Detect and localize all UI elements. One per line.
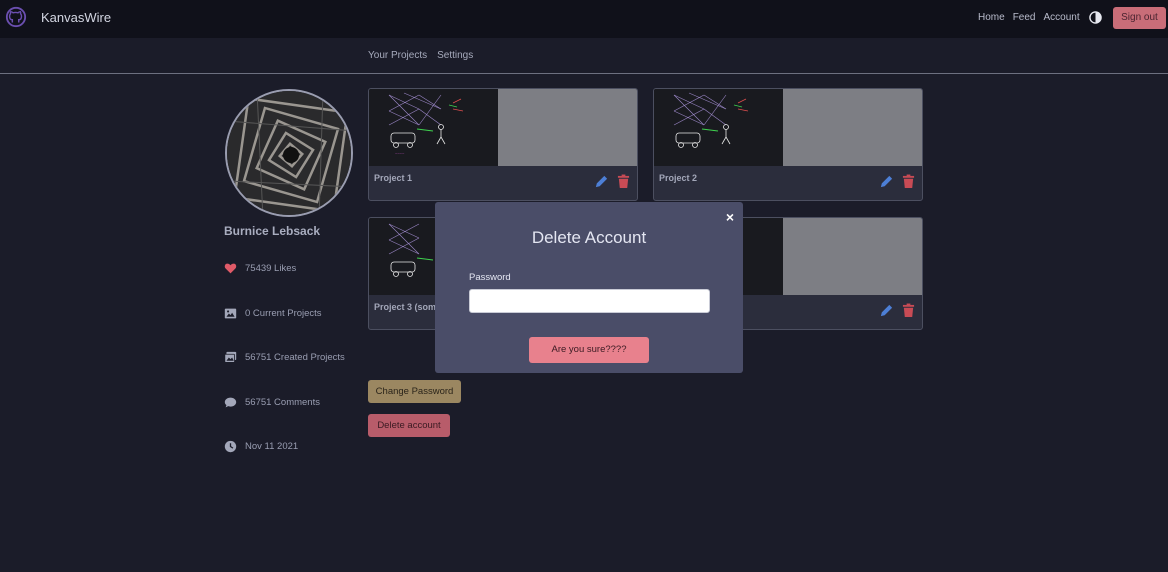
password-input[interactable] — [469, 289, 710, 313]
project-card[interactable]: Project 2 — [653, 88, 923, 201]
project-title[interactable]: Project 3 (som — [374, 302, 436, 312]
delete-account-button[interactable]: Delete account — [368, 414, 450, 437]
sub-navigation: Your Projects Settings — [368, 50, 473, 61]
project-title[interactable]: Project 2 — [659, 173, 697, 183]
image-icon — [224, 308, 237, 319]
stat-current-projects: 0 Current Projects — [224, 307, 322, 320]
top-navbar: KanvasWire Home Feed Account Sign out — [0, 0, 1168, 38]
avatar-image — [227, 91, 351, 215]
sign-out-button[interactable]: Sign out — [1113, 7, 1166, 29]
theme-toggle-icon[interactable] — [1089, 11, 1102, 24]
stat-likes-text: 75439 Likes — [245, 263, 297, 274]
github-logo-icon[interactable] — [5, 6, 27, 28]
nav-account-link[interactable]: Account — [1043, 12, 1079, 23]
trash-icon[interactable] — [902, 174, 915, 189]
nav-links: Home Feed Account — [978, 12, 1080, 23]
confirm-delete-button[interactable]: Are you sure???? — [529, 337, 649, 363]
project-thumbnail[interactable] — [654, 89, 922, 166]
stat-comments: 56751 Comments — [224, 396, 320, 409]
divider — [0, 73, 1168, 74]
project-drawing-image: ~~~~ — [369, 89, 498, 166]
trash-icon[interactable] — [617, 174, 630, 189]
tab-settings[interactable]: Settings — [437, 50, 473, 61]
close-icon[interactable]: × — [726, 210, 734, 224]
delete-account-modal: × Delete Account Password Are you sure??… — [435, 202, 743, 373]
password-label: Password — [469, 272, 511, 283]
stat-created-projects: 56751 Created Projects — [224, 351, 345, 364]
comment-icon — [224, 397, 237, 408]
tab-your-projects[interactable]: Your Projects — [368, 50, 427, 61]
project-title[interactable]: Project 1 — [374, 173, 412, 183]
project-thumbnail[interactable]: ~~~~ — [369, 89, 637, 166]
images-icon — [224, 351, 237, 363]
nav-feed-link[interactable]: Feed — [1013, 12, 1036, 23]
clock-icon — [224, 440, 237, 453]
stat-current-projects-text: 0 Current Projects — [245, 308, 322, 319]
stat-joined-date: Nov 11 2021 — [224, 440, 298, 453]
stat-joined-date-text: Nov 11 2021 — [245, 441, 299, 452]
svg-text:~~~~: ~~~~ — [395, 151, 405, 156]
stat-likes: 75439 Likes — [224, 262, 296, 275]
brand-name[interactable]: KanvasWire — [41, 10, 111, 25]
stat-comments-text: 56751 Comments — [245, 397, 320, 408]
stat-created-projects-text: 56751 Created Projects — [245, 352, 345, 363]
change-password-button[interactable]: Change Password — [368, 380, 461, 403]
profile-username: Burnice Lebsack — [224, 224, 321, 238]
pencil-icon[interactable] — [879, 174, 894, 189]
pencil-icon[interactable] — [879, 303, 894, 318]
trash-icon[interactable] — [902, 303, 915, 318]
project-card[interactable]: ~~~~ Project 1 — [368, 88, 638, 201]
heart-icon — [224, 263, 237, 274]
project-drawing-image — [654, 89, 783, 166]
pencil-icon[interactable] — [594, 174, 609, 189]
nav-home-link[interactable]: Home — [978, 12, 1005, 23]
avatar — [225, 89, 353, 217]
modal-title: Delete Account — [531, 228, 647, 247]
